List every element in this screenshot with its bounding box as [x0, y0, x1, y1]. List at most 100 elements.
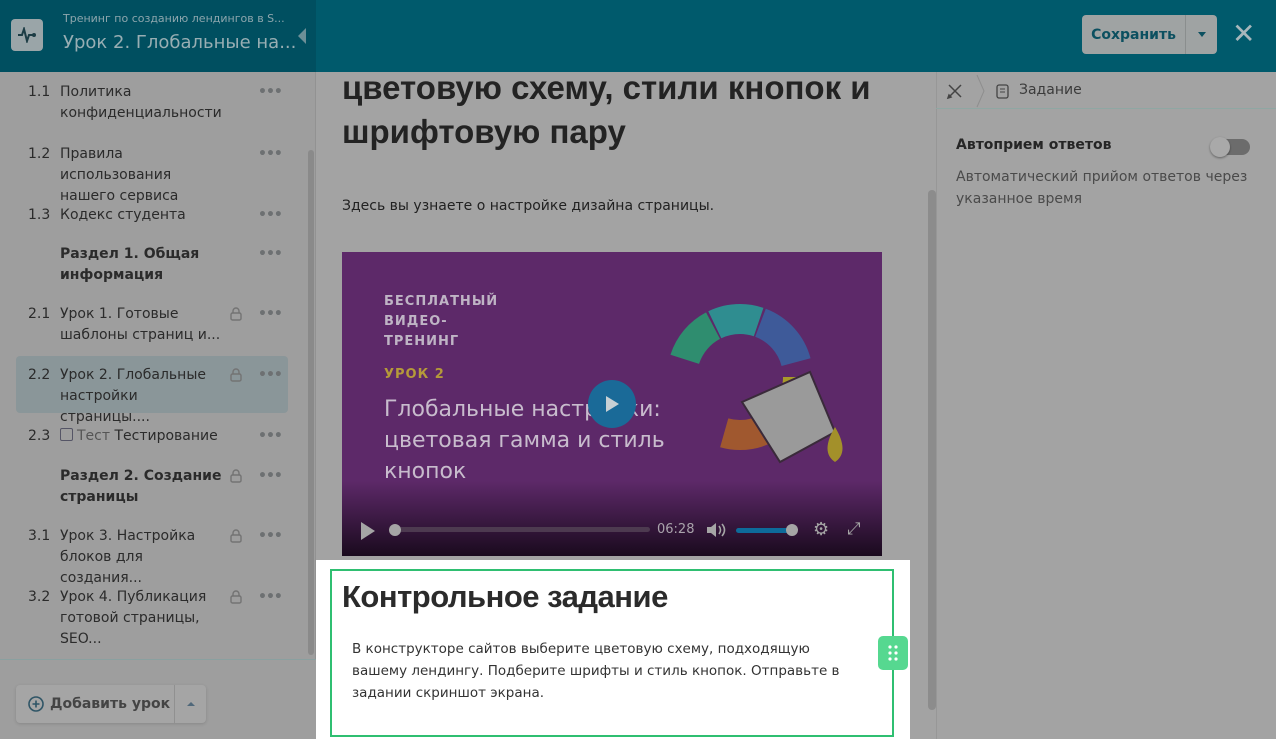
top-bar: Тренинг по созданию лендингов в S... Уро…: [0, 0, 1276, 72]
sidebar-scrollbar[interactable]: [308, 150, 314, 655]
more-options-icon[interactable]: •••: [258, 144, 283, 165]
lesson-number: 1.1: [28, 84, 51, 100]
lesson-label: Раздел 2. Создание страницы: [60, 466, 225, 508]
more-options-icon[interactable]: •••: [258, 466, 283, 487]
sidebar-lesson-item[interactable]: 3.2 Урок 4. Публикация готовой страницы, …: [16, 587, 288, 647]
more-options-icon[interactable]: •••: [258, 365, 283, 386]
lesson-label: Кодекс студента: [60, 205, 225, 226]
add-lesson-options[interactable]: [174, 685, 206, 723]
volume-slider[interactable]: [736, 528, 790, 533]
task-title: Контрольное задание: [342, 579, 668, 614]
chevron-up-icon: [186, 702, 195, 706]
settings-gear-icon[interactable]: ⚙: [813, 519, 829, 540]
add-lesson-label: Добавить урок: [50, 696, 171, 712]
play-overlay-button[interactable]: [588, 380, 636, 428]
color-wheel-paint-bucket-image: [667, 304, 843, 464]
lesson-label: Раздел 1. Общая информация: [60, 244, 225, 286]
test-icon: [60, 428, 73, 441]
video-lesson-label: УРОК 2: [384, 367, 445, 382]
volume-handle[interactable]: [786, 524, 798, 536]
auto-accept-toggle[interactable]: [1210, 137, 1250, 157]
content-scrollbar[interactable]: [928, 190, 936, 710]
header-course-area: Тренинг по созданию лендингов в S... Уро…: [0, 0, 316, 72]
lesson-title: Урок 2. Глобальные настройки страницы...…: [60, 367, 206, 425]
lesson-title: Урок 1. Готовые шаблоны страниц и...: [60, 306, 221, 343]
settings-breadcrumb: [936, 72, 1276, 109]
lesson-number: 1.2: [28, 146, 51, 162]
video-progress-bar[interactable]: [390, 527, 650, 532]
drag-handle-icon[interactable]: [878, 636, 908, 670]
sidebar-lesson-item[interactable]: 3.1 Урок 3. Настройка блоков для создания…: [16, 526, 288, 586]
control-task-block[interactable]: Контрольное задание В конструкторе сайто…: [330, 569, 894, 737]
close-icon[interactable]: ✕: [1232, 20, 1255, 48]
add-lesson-button[interactable]: Добавить урок: [16, 685, 174, 723]
video-player[interactable]: БЕСПЛАТНЫЙ ВИДЕО-ТРЕНИНГ УРОК 2 Глобальн…: [342, 252, 882, 556]
lock-icon: [230, 469, 242, 483]
lesson-type: Тест: [77, 428, 111, 444]
save-options-dropdown[interactable]: [1185, 15, 1217, 54]
lesson-intro: Здесь вы узнаете о настройке дизайна стр…: [342, 198, 715, 214]
more-options-icon[interactable]: •••: [258, 587, 283, 608]
lesson-heading: цветовую схему, стили кнопок и шрифтовую…: [342, 69, 871, 150]
sidebar-lesson-item[interactable]: 2.1 Урок 1. Готовые шаблоны страниц и... •…: [16, 304, 288, 346]
lesson-number: 3.1: [28, 528, 51, 544]
fullscreen-icon[interactable]: ⤢: [847, 519, 861, 539]
toggle-knob: [1210, 137, 1230, 157]
play-icon[interactable]: [360, 522, 376, 540]
more-options-icon[interactable]: •••: [258, 82, 283, 103]
collapse-sidebar-icon[interactable]: [298, 28, 306, 44]
lesson-label: Тест Тестирование: [60, 426, 225, 447]
lesson-title: Раздел 1. Общая информация: [60, 246, 200, 283]
lesson-label: Урок 1. Готовые шаблоны страниц и...: [60, 304, 225, 346]
video-controls: [342, 481, 882, 556]
lesson-number: 3.2: [28, 589, 51, 605]
task-document-icon: [996, 84, 1009, 99]
lock-icon: [230, 529, 242, 543]
lesson-number: 1.3: [28, 207, 51, 223]
lock-icon: [230, 307, 242, 321]
lesson-number: 2.3: [28, 428, 51, 444]
sidebar-lesson-item[interactable]: 1.1 Политика конфиденциальности •••: [16, 82, 288, 124]
play-icon: [606, 396, 619, 412]
tab-task[interactable]: Задание: [1019, 82, 1082, 98]
lesson-title: Кодекс студента: [60, 207, 186, 223]
pulse-logo-icon[interactable]: [11, 19, 43, 51]
sidebar-lesson-item[interactable]: 1.2 Правила использования нашего сервиса •…: [16, 144, 288, 204]
more-options-icon[interactable]: •••: [258, 304, 283, 325]
plus-circle-icon: [28, 696, 44, 712]
sidebar-lesson-item[interactable]: 2.3 Тест Тестирование •••: [16, 426, 288, 468]
course-title[interactable]: Тренинг по созданию лендингов в S...: [63, 12, 285, 25]
save-button-group: Сохранить: [1082, 15, 1217, 54]
lesson-title: Политика конфиденциальности: [60, 84, 222, 121]
save-button[interactable]: Сохранить: [1082, 15, 1185, 54]
sidebar-lesson-item[interactable]: Раздел 2. Создание страницы •••: [16, 466, 288, 508]
volume-icon[interactable]: [706, 522, 726, 538]
lesson-number: 2.1: [28, 306, 51, 322]
breadcrumb-separator-icon: [976, 74, 985, 108]
more-options-icon[interactable]: •••: [258, 244, 283, 265]
sidebar-lesson-item[interactable]: 2.2 Урок 2. Глобальные настройки страницы…: [16, 356, 288, 425]
lesson-label: Политика конфиденциальности: [60, 82, 225, 124]
video-duration: 06:28: [657, 522, 695, 537]
task-text[interactable]: В конструкторе сайтов выберите цветовую …: [352, 638, 862, 704]
lesson-title: Урок 2. Глобальные на...: [63, 32, 297, 53]
sidebar-lesson-item[interactable]: 1.3 Кодекс студента •••: [16, 205, 288, 247]
more-options-icon[interactable]: •••: [258, 205, 283, 226]
lesson-title: Правила использования нашего сервиса: [60, 146, 179, 204]
chevron-down-icon: [1197, 32, 1206, 37]
lesson-label: Правила использования нашего сервиса: [60, 144, 225, 207]
design-tools-icon[interactable]: [946, 82, 964, 100]
progress-handle[interactable]: [389, 524, 401, 536]
lesson-title: Тестирование: [114, 428, 218, 444]
auto-accept-label: Автоприем ответов: [956, 137, 1112, 153]
more-options-icon[interactable]: •••: [258, 526, 283, 547]
lesson-title: Урок 3. Настройка блоков для создания...: [60, 528, 196, 586]
more-options-icon[interactable]: •••: [258, 426, 283, 447]
lesson-title: Раздел 2. Создание страницы: [60, 468, 222, 505]
auto-accept-description: Автоматический прийом ответов через указ…: [956, 169, 1248, 207]
sidebar-lesson-item[interactable]: Раздел 1. Общая информация •••: [16, 244, 288, 286]
lock-icon: [230, 590, 242, 604]
lock-icon: [230, 368, 242, 382]
lesson-title: Урок 4. Публикация готовой страницы, SEO…: [60, 589, 207, 647]
lesson-label: Урок 2. Глобальные настройки страницы...…: [60, 365, 225, 428]
